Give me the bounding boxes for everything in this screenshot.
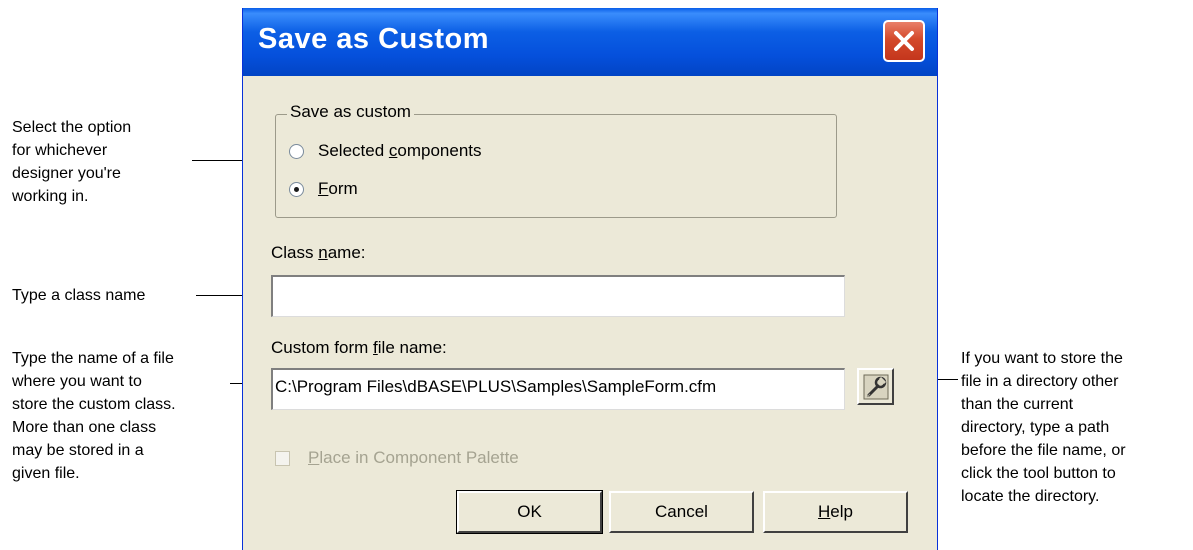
radio-label-form: Form (318, 179, 358, 198)
help-label: Help (818, 502, 853, 521)
ok-button[interactable]: OK (456, 490, 603, 534)
callout-file-name: Type the name of a file where you want t… (12, 350, 176, 482)
radio-button[interactable] (289, 143, 304, 159)
radio-form[interactable]: Form (289, 179, 358, 199)
browse-tool-button[interactable] (857, 368, 894, 405)
radio-label-selected-components: Selected components (318, 141, 482, 160)
close-button[interactable] (883, 20, 925, 62)
callout-tool-button: If you want to store the file in a direc… (961, 350, 1126, 505)
place-in-palette-checkbox[interactable]: Place in Component Palette (275, 448, 519, 468)
wrench-icon (863, 374, 888, 399)
cancel-button[interactable]: Cancel (609, 491, 754, 533)
window-title: Save as Custom (258, 23, 490, 55)
save-as-custom-group (275, 114, 837, 218)
class-name-input[interactable] (271, 275, 845, 317)
close-icon (894, 31, 914, 51)
help-button[interactable]: Help (763, 491, 908, 533)
file-name-input[interactable]: C:\Program Files\dBASE\PLUS\Samples\Samp… (271, 368, 845, 410)
title-bar[interactable]: Save as Custom (243, 8, 937, 76)
class-name-label: Class name: (271, 243, 366, 262)
checkbox-box[interactable] (275, 450, 290, 466)
dialog-body: Save as custom Selected components Form … (243, 76, 937, 550)
callout-class-name: Type a class name (12, 287, 146, 304)
place-in-palette-label: Place in Component Palette (308, 448, 519, 467)
file-name-label: Custom form file name: (271, 338, 447, 357)
group-legend: Save as custom (287, 102, 414, 122)
radio-button-selected[interactable] (289, 181, 304, 197)
callout-select-option: Select the option for whichever designer… (12, 119, 132, 205)
save-as-custom-dialog: Save as Custom Save as custom Selected c… (242, 8, 938, 550)
radio-selected-components[interactable]: Selected components (289, 141, 482, 161)
